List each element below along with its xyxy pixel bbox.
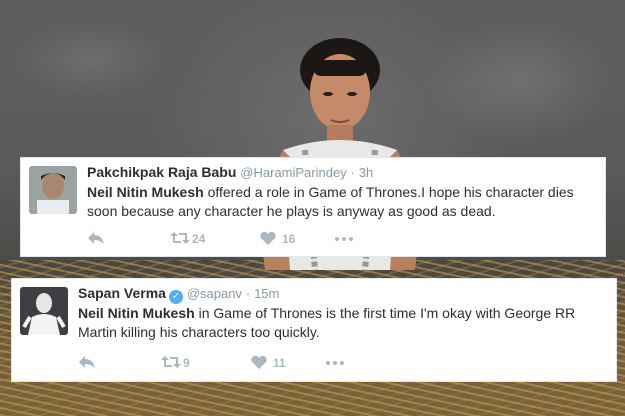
timestamp[interactable]: 3h xyxy=(359,165,373,180)
tweet-header: Sapan Verma ✓ @sapanv · 15m xyxy=(78,285,279,304)
retweet-count: 9 xyxy=(183,356,190,370)
handle[interactable]: @HaramiParindey xyxy=(240,165,346,180)
like-count: 11 xyxy=(273,356,286,370)
handle[interactable]: @sapanv xyxy=(187,286,242,301)
tweet-card[interactable]: Pakchikpak Raja Babu @HaramiParindey · 3… xyxy=(20,157,606,257)
separator: · xyxy=(350,165,355,180)
like-count: 16 xyxy=(282,232,296,246)
retweet-icon xyxy=(161,356,181,368)
retweet-count: 24 xyxy=(192,232,206,246)
mention[interactable]: Neil Nitin Mukesh xyxy=(87,184,204,200)
tweet-text: Neil Nitin Mukesh in Game of Thrones is … xyxy=(78,304,598,342)
tweet-text: Neil Nitin Mukesh offered a role in Game… xyxy=(87,183,607,221)
more-icon xyxy=(335,237,353,241)
heart-icon xyxy=(251,355,267,369)
avatar[interactable] xyxy=(29,166,77,214)
avatar[interactable] xyxy=(20,287,68,335)
more-icon xyxy=(326,361,344,365)
tweet-actions: 9 11 xyxy=(78,354,358,372)
separator: · xyxy=(245,286,251,301)
heart-icon xyxy=(260,231,276,245)
display-name[interactable]: Sapan Verma xyxy=(78,285,166,301)
display-name[interactable]: Pakchikpak Raja Babu xyxy=(87,164,236,180)
verified-badge-icon: ✓ xyxy=(168,290,183,304)
tweet-actions: 24 16 xyxy=(87,230,367,248)
retweet-icon xyxy=(170,232,190,244)
reply-icon xyxy=(79,356,95,368)
timestamp[interactable]: 15m xyxy=(254,286,279,301)
mention[interactable]: Neil Nitin Mukesh xyxy=(78,305,195,321)
tweet-header: Pakchikpak Raja Babu @HaramiParindey · 3… xyxy=(87,164,373,180)
reply-icon xyxy=(88,232,104,244)
tweet-card[interactable]: Sapan Verma ✓ @sapanv · 15m Neil Nitin Mu… xyxy=(11,278,617,382)
